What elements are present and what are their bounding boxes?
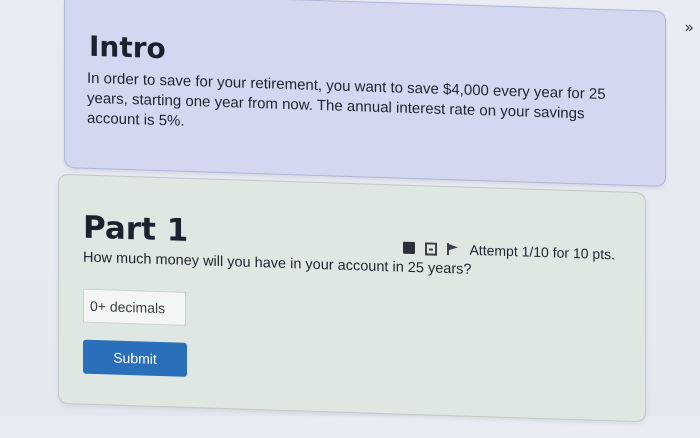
submit-button[interactable]: Submit bbox=[83, 339, 187, 377]
part1-title: Part 1 bbox=[83, 209, 189, 249]
intro-card: Intro In order to save for your retireme… bbox=[64, 0, 666, 187]
intro-text: In order to save for your retirement, yo… bbox=[87, 69, 606, 130]
intro-title: Intro bbox=[89, 29, 166, 66]
attempt-label: Attempt 1/10 for 10 pts. bbox=[469, 241, 615, 263]
page: » Intro In order to save for your retire… bbox=[0, 0, 700, 438]
question-tools: Attempt 1/10 for 10 pts. bbox=[403, 240, 615, 263]
next-arrows-icon[interactable]: » bbox=[684, 18, 694, 37]
answer-input[interactable] bbox=[83, 288, 186, 326]
document-icon[interactable] bbox=[425, 241, 438, 256]
flag-icon[interactable] bbox=[447, 243, 459, 255]
part1-card: Part 1 Attempt 1/10 for 10 pts. How much… bbox=[58, 173, 646, 423]
calculator-icon[interactable] bbox=[403, 241, 416, 255]
